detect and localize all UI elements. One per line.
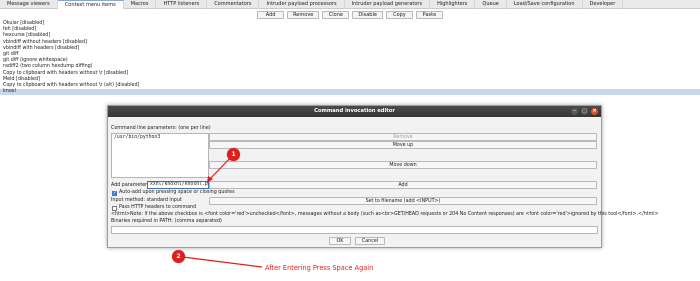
annotation-marker-2: 2: [172, 250, 185, 263]
annotation-text-2: After Entering Press Space Again: [265, 264, 374, 272]
annotation-arrows: [182, 153, 263, 268]
annotation-marker-1: 1: [227, 148, 240, 161]
annotation-arrow-2: [182, 256, 263, 268]
